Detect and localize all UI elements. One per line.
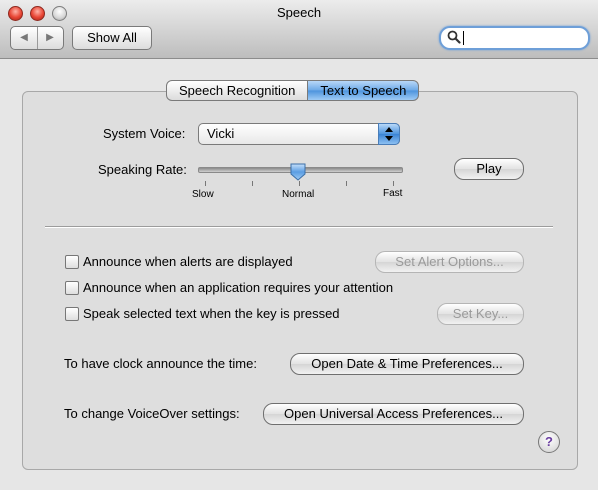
slider-thumb-icon[interactable] — [290, 163, 306, 181]
rate-tick — [252, 181, 253, 186]
search-field-container — [439, 26, 590, 50]
tab-bar: Speech Recognition Text to Speech — [166, 80, 420, 101]
rate-tick — [393, 181, 394, 186]
announce-alerts-checkbox[interactable] — [65, 255, 79, 269]
rate-fast-label: Fast — [383, 188, 403, 199]
help-icon[interactable]: ? — [538, 431, 560, 453]
tab-speech-recognition[interactable]: Speech Recognition — [166, 80, 309, 101]
back-arrow-icon: ◀ — [20, 32, 28, 43]
set-key-button[interactable]: Set Key... — [437, 303, 524, 325]
system-voice-label: System Voice: — [103, 126, 186, 141]
rate-tick — [205, 181, 206, 186]
speak-selected-text-checkbox[interactable] — [65, 307, 79, 321]
rate-tick — [299, 181, 300, 186]
open-date-time-preferences-button[interactable]: Open Date & Time Preferences... — [290, 353, 524, 375]
play-button[interactable]: Play — [454, 158, 524, 180]
set-alert-options-button[interactable]: Set Alert Options... — [375, 251, 524, 273]
speech-window: Speech ◀ ▶ Show All Speech Recognition T… — [0, 0, 598, 490]
popup-arrows-icon — [378, 123, 400, 145]
back-forward-control: ◀ ▶ — [10, 26, 64, 50]
show-all-button[interactable]: Show All — [72, 26, 152, 50]
search-input[interactable] — [463, 30, 573, 46]
rate-slow-label: Slow — [192, 189, 214, 200]
clock-announce-label: To have clock announce the time: — [64, 356, 257, 371]
voiceover-label: To change VoiceOver settings: — [64, 406, 240, 421]
system-voice-value: Vicki — [207, 126, 235, 141]
announce-attention-label: Announce when an application requires yo… — [83, 280, 394, 295]
section-divider — [45, 226, 553, 228]
announce-alerts-label: Announce when alerts are displayed — [83, 254, 293, 269]
magnifier-icon — [447, 30, 461, 44]
forward-arrow-icon: ▶ — [46, 32, 54, 43]
text-caret — [463, 31, 464, 45]
open-universal-access-preferences-button[interactable]: Open Universal Access Preferences... — [263, 403, 524, 425]
rate-tick — [346, 181, 347, 186]
tab-text-to-speech[interactable]: Text to Speech — [308, 80, 420, 101]
speak-selected-text-label: Speak selected text when the key is pres… — [83, 306, 340, 321]
forward-button[interactable]: ▶ — [37, 27, 63, 49]
rate-normal-label: Normal — [282, 189, 315, 200]
system-voice-popup[interactable]: Vicki — [198, 123, 400, 145]
back-button[interactable]: ◀ — [11, 27, 38, 49]
speaking-rate-label: Speaking Rate: — [98, 162, 187, 177]
title-bar: Speech ◀ ▶ Show All — [0, 0, 598, 59]
announce-attention-checkbox[interactable] — [65, 281, 79, 295]
window-title: Speech — [276, 5, 322, 20]
